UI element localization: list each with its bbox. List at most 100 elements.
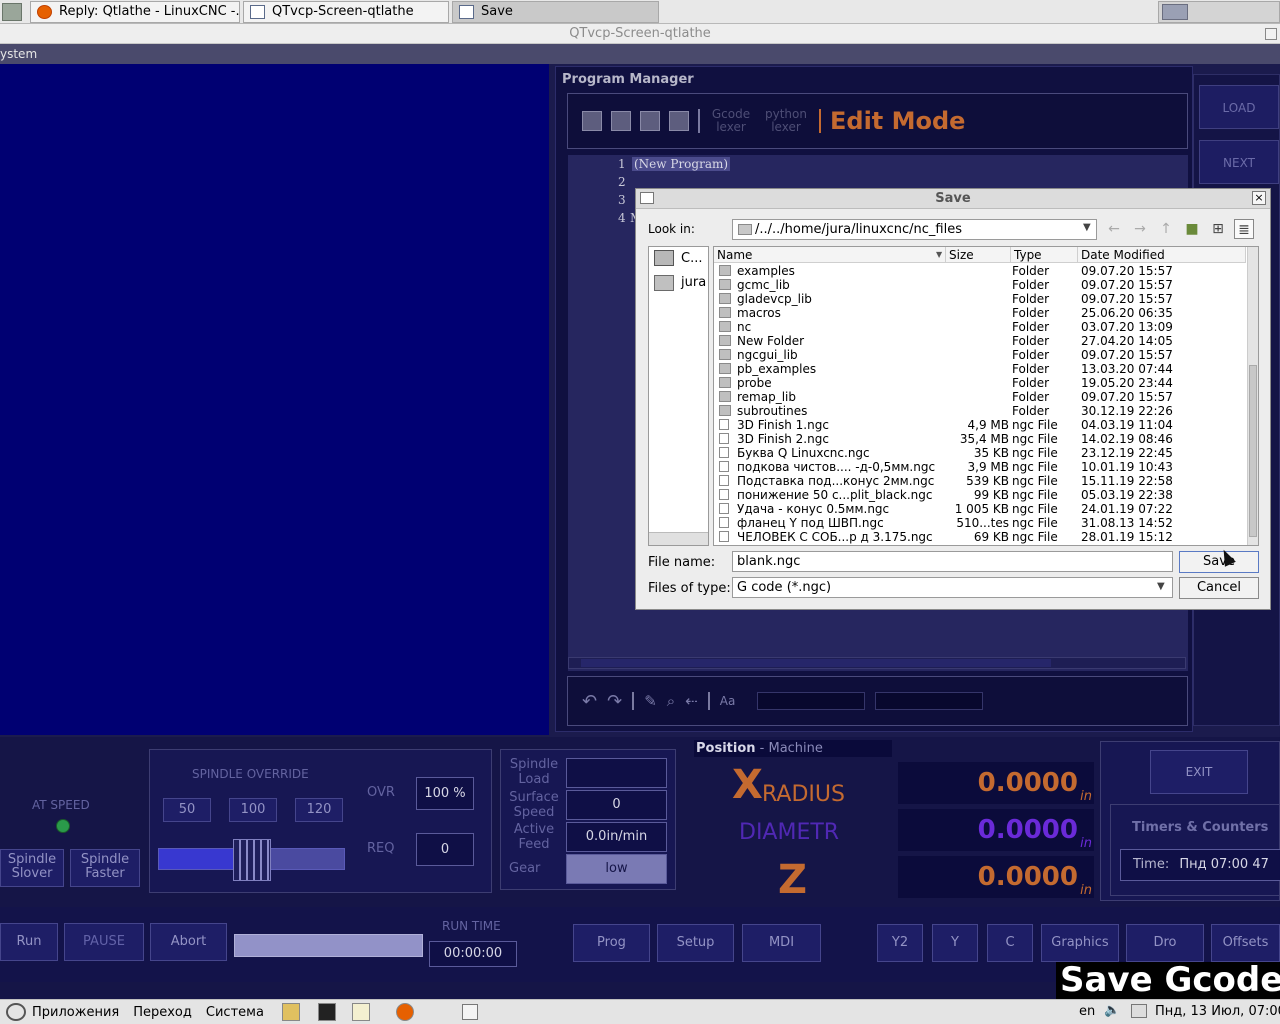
previous-icon[interactable]: ⇠ — [685, 692, 698, 710]
parent-directory-icon[interactable]: ↑ — [1156, 219, 1176, 239]
load-button[interactable]: LOAD — [1199, 85, 1279, 129]
next-button[interactable]: NEXT — [1199, 140, 1279, 184]
file-row[interactable]: pb_examples Folder 13.03.20 07:44 — [714, 362, 1247, 376]
terminal-icon[interactable] — [317, 1003, 336, 1021]
text-editor-icon[interactable] — [351, 1003, 370, 1021]
menu-applications[interactable]: Приложения — [32, 1005, 119, 1020]
keyboard-layout[interactable]: en — [1079, 1004, 1095, 1019]
nav-mdi-button[interactable]: MDI — [742, 924, 821, 962]
new-folder-icon[interactable]: ■ — [1182, 219, 1202, 239]
exit-edit-icon[interactable] — [669, 111, 689, 131]
replace-field[interactable] — [875, 692, 984, 710]
exit-button[interactable]: EXIT — [1150, 750, 1248, 794]
python-lexer-button[interactable]: python lexer — [762, 108, 810, 134]
dialog-close-icon[interactable]: × — [1252, 191, 1266, 205]
redo-icon[interactable]: ↷ — [607, 691, 622, 712]
nav-y2-button[interactable]: Y2 — [877, 924, 923, 962]
file-row[interactable]: remap_lib Folder 09.07.20 15:57 — [714, 390, 1247, 404]
workspace-1[interactable] — [1162, 4, 1188, 20]
window-close-icon[interactable] — [1265, 28, 1277, 40]
nav-offsets-button[interactable]: Offsets — [1211, 924, 1280, 962]
network-icon[interactable] — [1131, 1004, 1147, 1018]
find-field[interactable] — [757, 692, 866, 710]
preset-120-button[interactable]: 120 — [295, 798, 343, 822]
dialog-menu-icon[interactable] — [640, 192, 654, 204]
graphics-view[interactable] — [0, 64, 549, 735]
file-row[interactable]: фланец Y под ШВП.ngc 510...tes ngc File 31.… — [714, 516, 1247, 530]
find-replace-icon[interactable]: ✎ — [644, 692, 657, 710]
case-icon[interactable]: Aa — [720, 694, 736, 708]
clock[interactable]: Пнд, 13 Июл, 07:00 — [1155, 1004, 1280, 1019]
scroll-thumb[interactable] — [581, 659, 1051, 667]
override-slider[interactable] — [158, 839, 345, 881]
pause-button[interactable]: PAUSE — [64, 923, 144, 961]
preset-100-button[interactable]: 100 — [229, 798, 277, 822]
cancel-button[interactable]: Cancel — [1179, 577, 1259, 599]
abort-button[interactable]: Abort — [150, 923, 227, 961]
new-file-icon[interactable] — [582, 111, 602, 131]
file-row[interactable]: подкова чистов.... -д-0,5мм.ngc 3,9 MB ngc… — [714, 460, 1247, 474]
horizontal-scrollbar[interactable] — [568, 657, 1186, 669]
nav-graphics-button[interactable]: Graphics — [1041, 924, 1119, 962]
sidebar-item-computer[interactable]: C... — [681, 251, 702, 266]
spindle-faster-button[interactable]: Spindle Faster — [70, 849, 140, 887]
file-row[interactable]: macros Folder 25.06.20 06:35 — [714, 306, 1247, 320]
files-of-type-combo[interactable]: G code (*.ngc) ▼ — [732, 577, 1173, 598]
file-row[interactable]: probe Folder 19.05.20 23:44 — [714, 376, 1247, 390]
firefox-icon[interactable] — [395, 1003, 414, 1021]
linuxcnc-launcher-icon[interactable] — [281, 1003, 300, 1021]
scroll-thumb[interactable] — [1249, 365, 1257, 537]
list-view-icon[interactable]: ⊞ — [1208, 219, 1228, 239]
volume-icon[interactable]: 🔈 — [1104, 1003, 1120, 1018]
file-row[interactable]: ngcgui_lib Folder 09.07.20 15:57 — [714, 348, 1247, 362]
column-header-name[interactable]: Name — [714, 247, 946, 263]
menu-system[interactable]: Система — [206, 1005, 264, 1020]
nav-c-button[interactable]: C — [987, 924, 1033, 962]
app-icon[interactable] — [2, 3, 22, 21]
file-row[interactable]: nc Folder 03.07.20 13:09 — [714, 320, 1247, 334]
file-row[interactable]: ЧЕЛОВЕК С СОБ...р д 3.175.ngc 69 KB ngc Fi… — [714, 530, 1247, 544]
nav-dro-button[interactable]: Dro — [1126, 924, 1204, 962]
file-row[interactable]: 3D Finish 2.ngc 35,4 MB ngc File 14.02.19 0… — [714, 432, 1247, 446]
menu-logo-icon[interactable] — [6, 1003, 26, 1021]
column-header-size[interactable]: Size — [946, 247, 1011, 263]
open-file-icon[interactable] — [611, 111, 631, 131]
menu-system[interactable]: ystem — [0, 47, 37, 61]
file-row[interactable]: gladevcp_lib Folder 09.07.20 15:57 — [714, 292, 1247, 306]
nav-y-button[interactable]: Y — [932, 924, 978, 962]
sidebar-item-jura[interactable]: jura — [681, 275, 706, 290]
file-row[interactable]: Удача - конус 0.5мм.ngc 1 005 KB ngc File 2… — [714, 502, 1247, 516]
vertical-scrollbar[interactable] — [1247, 247, 1258, 545]
gcode-lexer-button[interactable]: Gcode lexer — [709, 108, 753, 134]
spindle-slower-button[interactable]: Spindle Slover — [0, 849, 64, 887]
back-icon[interactable]: ← — [1104, 219, 1124, 239]
run-button[interactable]: Run — [0, 923, 58, 961]
detail-view-icon[interactable]: ≣ — [1234, 219, 1254, 239]
tab-save[interactable]: Save — [452, 1, 659, 23]
sidebar-hscrollbar[interactable] — [649, 532, 708, 545]
search-icon[interactable]: ⌕ — [667, 692, 675, 710]
override-slider-handle[interactable] — [232, 839, 271, 881]
file-list[interactable]: Name Size Type Date Modified ▼ examples F… — [713, 246, 1259, 546]
look-in-combo[interactable]: /../../home/jura/linuxcnc/nc_files ▼ — [732, 219, 1097, 240]
tab-firefox[interactable]: Reply: Qtlathe - LinuxCNC -... — [30, 1, 240, 23]
file-row[interactable]: gcmc_lib Folder 09.07.20 15:57 — [714, 278, 1247, 292]
file-row[interactable]: examples Folder 09.07.20 15:57 — [714, 264, 1247, 278]
file-row[interactable]: понижение 50 с...plit_black.ngc 99 KB ngc … — [714, 488, 1247, 502]
file-row[interactable]: subroutines Folder 30.12.19 22:26 — [714, 404, 1247, 418]
nav-prog-button[interactable]: Prog — [573, 924, 650, 962]
tab-qtvcp[interactable]: QTvcp-Screen-qtlathe — [243, 1, 449, 23]
workspace-switcher[interactable] — [1158, 1, 1280, 23]
file-row[interactable]: New Folder Folder 27.04.20 14:05 — [714, 334, 1247, 348]
file-name-input[interactable] — [732, 551, 1173, 572]
file-row[interactable]: Буква Q Linuxcnc.ngc 35 KB ngc File 23.12.1… — [714, 446, 1247, 460]
file-row[interactable]: 3D Finish 1.ngc 4,9 MB ngc File 04.03.19 11… — [714, 418, 1247, 432]
preset-50-button[interactable]: 50 — [163, 798, 211, 822]
column-header-date[interactable]: Date Modified — [1078, 247, 1246, 263]
file-row[interactable]: Подставка под...конус 2мм.ngc 539 KB ngc F… — [714, 474, 1247, 488]
column-header-type[interactable]: Type — [1011, 247, 1078, 263]
undo-icon[interactable]: ↶ — [582, 691, 597, 712]
forward-icon[interactable]: → — [1130, 219, 1150, 239]
show-desktop-icon[interactable] — [461, 1004, 478, 1020]
save-file-icon[interactable] — [640, 111, 660, 131]
